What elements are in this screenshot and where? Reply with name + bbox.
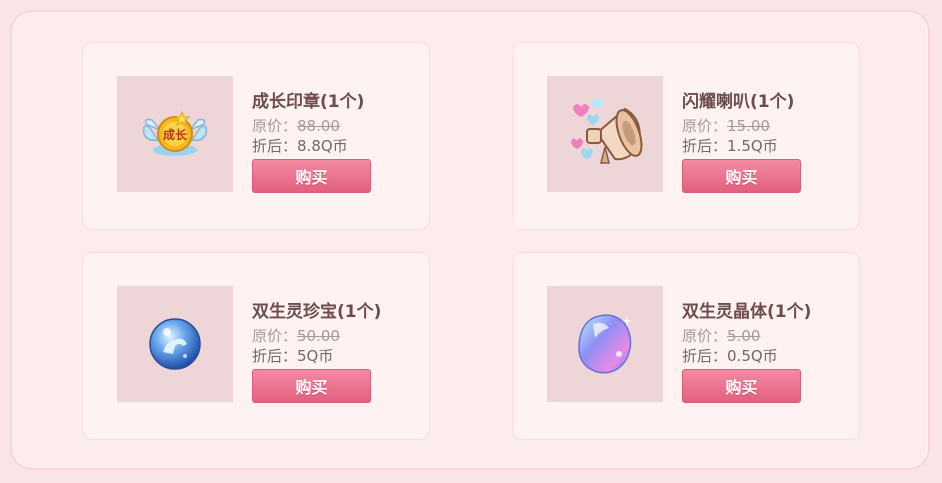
item-card-spirit-crystal: 双生灵晶体(1个) 原价：5.00 折后：0.5Q币 购买 (512, 252, 860, 440)
item-card-growth-seal: 成长 成长印章(1个) 原价：88.00 折后：8.8Q币 购买 (82, 42, 430, 230)
item-thumbnail[interactable] (547, 76, 663, 192)
item-card-crystal-orb: 双生灵珍宝(1个) 原价：50.00 折后：5Q币 购买 (82, 252, 430, 440)
discount-price: 折后：8.8Q币 (252, 137, 348, 155)
original-price: 原价：50.00 (252, 327, 340, 345)
item-card-sparkle-horn: 闪耀喇叭(1个) 原价：15.00 折后：1.5Q币 购买 (512, 42, 860, 230)
item-title: 成长印章(1个) (252, 92, 365, 112)
growth-seal-icon: 成长 (142, 110, 208, 156)
buy-button[interactable]: 购买 (252, 369, 371, 403)
item-title: 双生灵珍宝(1个) (252, 302, 382, 322)
original-price: 原价：5.00 (682, 327, 761, 345)
item-thumbnail[interactable]: 成长 (117, 76, 233, 192)
shop-panel: 成长 成长印章(1个) 原价：88.00 折后：8.8Q币 购买 闪耀喇叭(1个… (10, 10, 930, 470)
crystal-orb-icon (149, 318, 201, 370)
original-price: 原价：15.00 (682, 117, 770, 135)
buy-button[interactable]: 购买 (682, 369, 801, 403)
discount-price: 折后：0.5Q币 (682, 347, 778, 365)
item-thumbnail[interactable] (117, 286, 233, 402)
item-thumbnail[interactable] (547, 286, 663, 402)
spirit-crystal-icon (578, 314, 632, 374)
item-title: 双生灵晶体(1个) (682, 302, 812, 322)
original-price: 原价：88.00 (252, 117, 340, 135)
buy-button[interactable]: 购买 (252, 159, 371, 193)
discount-price: 折后：1.5Q币 (682, 137, 778, 155)
buy-button[interactable]: 购买 (682, 159, 801, 193)
svg-text:成长: 成长 (163, 127, 188, 142)
item-title: 闪耀喇叭(1个) (682, 92, 795, 112)
sparkle-horn-icon (571, 98, 643, 164)
discount-price: 折后：5Q币 (252, 347, 334, 365)
